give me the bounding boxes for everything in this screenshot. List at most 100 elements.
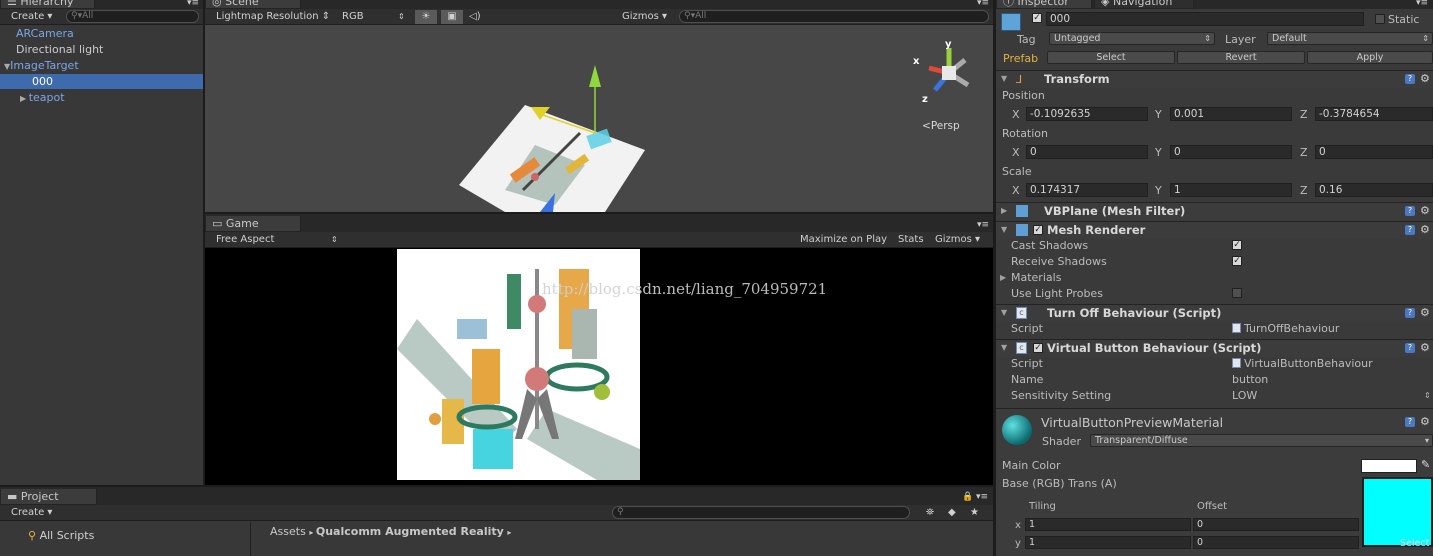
help-icon[interactable]: ? xyxy=(1405,74,1415,84)
filter-type-icon[interactable]: ⛯ xyxy=(926,506,934,520)
tab-hierarchy[interactable]: ☰ Hierarchy xyxy=(0,0,95,9)
settings-gear-icon[interactable]: ⚙ xyxy=(1420,416,1430,427)
favorite-star-icon[interactable]: ★ xyxy=(970,506,979,520)
mesh-filter-header[interactable]: ▶ VBPlane (Mesh Filter) ? ⚙ xyxy=(996,202,1433,220)
mesh-renderer-enabled-checkbox[interactable]: ✓ xyxy=(1033,225,1043,235)
hierarchy-item-arcamera[interactable]: ARCamera xyxy=(0,26,203,41)
tab-project[interactable]: ▬ Project xyxy=(0,489,97,505)
help-icon[interactable]: ? xyxy=(1405,206,1415,216)
prefab-revert-button[interactable]: Revert xyxy=(1177,51,1305,64)
prefab-select-button[interactable]: Select xyxy=(1047,51,1175,64)
expand-arrow-icon[interactable]: ▼ xyxy=(1001,308,1007,318)
settings-gear-icon[interactable]: ⚙ xyxy=(1420,224,1430,235)
scene-inspector-divider[interactable] xyxy=(993,0,996,556)
breadcrumb-assets[interactable]: Assets xyxy=(270,525,306,538)
settings-gear-icon[interactable]: ⚙ xyxy=(1420,205,1430,216)
cast-shadows-checkbox[interactable]: ✓ xyxy=(1232,240,1242,250)
filter-label-icon[interactable]: ◆ xyxy=(948,506,956,520)
mesh-renderer-header[interactable]: ▼ ✓ Mesh Renderer ? ⚙ xyxy=(996,221,1433,239)
hierarchy-item-imagetarget[interactable]: ▼ImageTarget xyxy=(0,58,203,73)
main-color-swatch[interactable] xyxy=(1361,459,1417,473)
hierarchy-item-teapot[interactable]: ▶ teapot xyxy=(0,90,203,105)
shader-dropdown[interactable]: Transparent/Diffuse ▾ xyxy=(1090,434,1433,447)
hierarchy-search-input[interactable]: ⚲▾All xyxy=(66,10,199,23)
audio-toggle-icon[interactable]: ◁) xyxy=(469,10,481,24)
expand-arrow-icon[interactable]: ▼ xyxy=(1001,74,1007,84)
scene-game-divider[interactable] xyxy=(205,212,993,214)
offset-y-field[interactable]: 0 xyxy=(1193,536,1359,549)
rotation-x-field[interactable]: 0 xyxy=(1026,145,1148,159)
favorite-all-scripts[interactable]: ⚲ All Scripts xyxy=(28,529,94,542)
breadcrumb-qualcomm[interactable]: Qualcomm Augmented Reality xyxy=(316,525,504,538)
eyedropper-icon[interactable]: ✎ xyxy=(1421,458,1430,471)
scale-z-field[interactable]: 0.16 xyxy=(1315,183,1433,197)
tab-game[interactable]: ▭ Game xyxy=(205,216,301,232)
lighting-toggle-icon[interactable]: ☀ xyxy=(415,10,437,24)
panel-menu-icon[interactable]: ▾≡ xyxy=(1416,0,1428,9)
virtual-button-behaviour-header[interactable]: ▼ c ✓ Virtual Button Behaviour (Script) … xyxy=(996,339,1433,357)
settings-gear-icon[interactable]: ⚙ xyxy=(1420,307,1430,318)
object-name-field[interactable]: 000 xyxy=(1046,12,1364,26)
project-search-input[interactable]: ⚲ xyxy=(612,506,910,519)
tiling-x-field[interactable]: 1 xyxy=(1025,518,1191,531)
scale-x-field[interactable]: 0.174317 xyxy=(1026,183,1148,197)
rotation-z-field[interactable]: 0 xyxy=(1315,145,1433,159)
offset-x-field[interactable]: 0 xyxy=(1193,518,1359,531)
render-mode-dropdown[interactable]: Lightmap Resolution ⇕ xyxy=(216,10,330,24)
materials-label[interactable]: Materials xyxy=(1011,271,1061,284)
top-project-divider[interactable] xyxy=(0,485,993,487)
transform-header[interactable]: ▼ ⅃ Transform ? ⚙ xyxy=(996,70,1433,88)
scene-search-input[interactable]: ⚲▾All xyxy=(679,10,989,23)
tab-navigation[interactable]: ◈ Navigation xyxy=(1094,0,1194,9)
position-y-field[interactable]: 0.001 xyxy=(1170,107,1292,121)
tab-scene[interactable]: ◎ Scene xyxy=(205,0,301,9)
help-icon[interactable]: ? xyxy=(1405,225,1415,235)
active-checkbox[interactable]: ✓ xyxy=(1032,13,1042,23)
expand-arrow-icon[interactable]: ▼ xyxy=(1001,225,1007,235)
panel-menu-icon[interactable]: ▾≡ xyxy=(976,492,988,503)
hierarchy-item-000[interactable]: 000 xyxy=(0,74,203,89)
hierarchy-scene-divider[interactable] xyxy=(203,0,205,485)
materials-collapse-icon[interactable]: ▶ xyxy=(1000,273,1006,283)
collapse-arrow-icon[interactable]: ▶ xyxy=(1001,206,1007,216)
scale-y-field[interactable]: 1 xyxy=(1170,183,1292,197)
rotation-y-field[interactable]: 0 xyxy=(1170,145,1292,159)
create-button[interactable]: Create ▾ xyxy=(11,10,52,24)
texture-select-button[interactable]: Select xyxy=(1400,537,1429,550)
lock-icon[interactable]: 🔒 xyxy=(962,492,973,503)
panel-menu-icon[interactable]: ▾≡ xyxy=(187,0,199,9)
projection-toggle[interactable]: <Persp xyxy=(922,120,960,133)
panel-menu-icon[interactable]: ▾≡ xyxy=(977,0,989,9)
color-mode-dropdown[interactable]: RGB xyxy=(342,10,364,24)
sensitivity-setting-dropdown[interactable]: LOW xyxy=(1232,389,1257,402)
help-icon[interactable]: ? xyxy=(1405,343,1415,353)
scene-viewport[interactable] xyxy=(205,25,993,212)
expand-arrow-icon[interactable]: ▼ xyxy=(1001,343,1007,353)
virtual-button-script-field[interactable]: VirtualButtonBehaviour xyxy=(1232,357,1373,370)
orientation-gizmo[interactable]: y x z xyxy=(913,38,983,108)
hierarchy-item-directional-light[interactable]: Directional light xyxy=(0,42,203,57)
virtual-button-name-field[interactable]: button xyxy=(1232,373,1268,386)
gizmos-dropdown[interactable]: Gizmos ▾ xyxy=(622,10,667,24)
tiling-y-field[interactable]: 1 xyxy=(1025,536,1191,549)
settings-gear-icon[interactable]: ⚙ xyxy=(1420,342,1430,353)
tag-dropdown[interactable]: Untagged ⇕ xyxy=(1049,32,1215,45)
position-z-field[interactable]: -0.3784654 xyxy=(1315,107,1433,121)
receive-shadows-checkbox[interactable]: ✓ xyxy=(1232,256,1242,266)
project-create-button[interactable]: Create ▾ xyxy=(11,506,52,520)
tab-inspector[interactable]: ⓘ Inspector xyxy=(996,0,1092,9)
game-gizmos-dropdown[interactable]: Gizmos ▾ xyxy=(935,233,980,247)
position-x-field[interactable]: -0.1092635 xyxy=(1026,107,1148,121)
layer-dropdown[interactable]: Default ⇕ xyxy=(1267,32,1433,45)
help-icon[interactable]: ? xyxy=(1405,308,1415,318)
maximize-on-play-toggle[interactable]: Maximize on Play xyxy=(800,233,887,247)
prefab-apply-button[interactable]: Apply xyxy=(1307,51,1433,64)
static-checkbox[interactable] xyxy=(1375,14,1385,24)
collapse-arrow-icon[interactable]: ▶ xyxy=(20,94,29,103)
turn-off-script-field[interactable]: TurnOffBehaviour xyxy=(1232,322,1339,335)
stats-toggle[interactable]: Stats xyxy=(898,233,924,247)
aspect-dropdown[interactable]: Free Aspect xyxy=(216,233,274,247)
image-effects-icon[interactable]: ▣ xyxy=(441,10,463,24)
panel-menu-icon[interactable]: ▾≡ xyxy=(977,220,989,231)
settings-gear-icon[interactable]: ⚙ xyxy=(1420,73,1430,84)
